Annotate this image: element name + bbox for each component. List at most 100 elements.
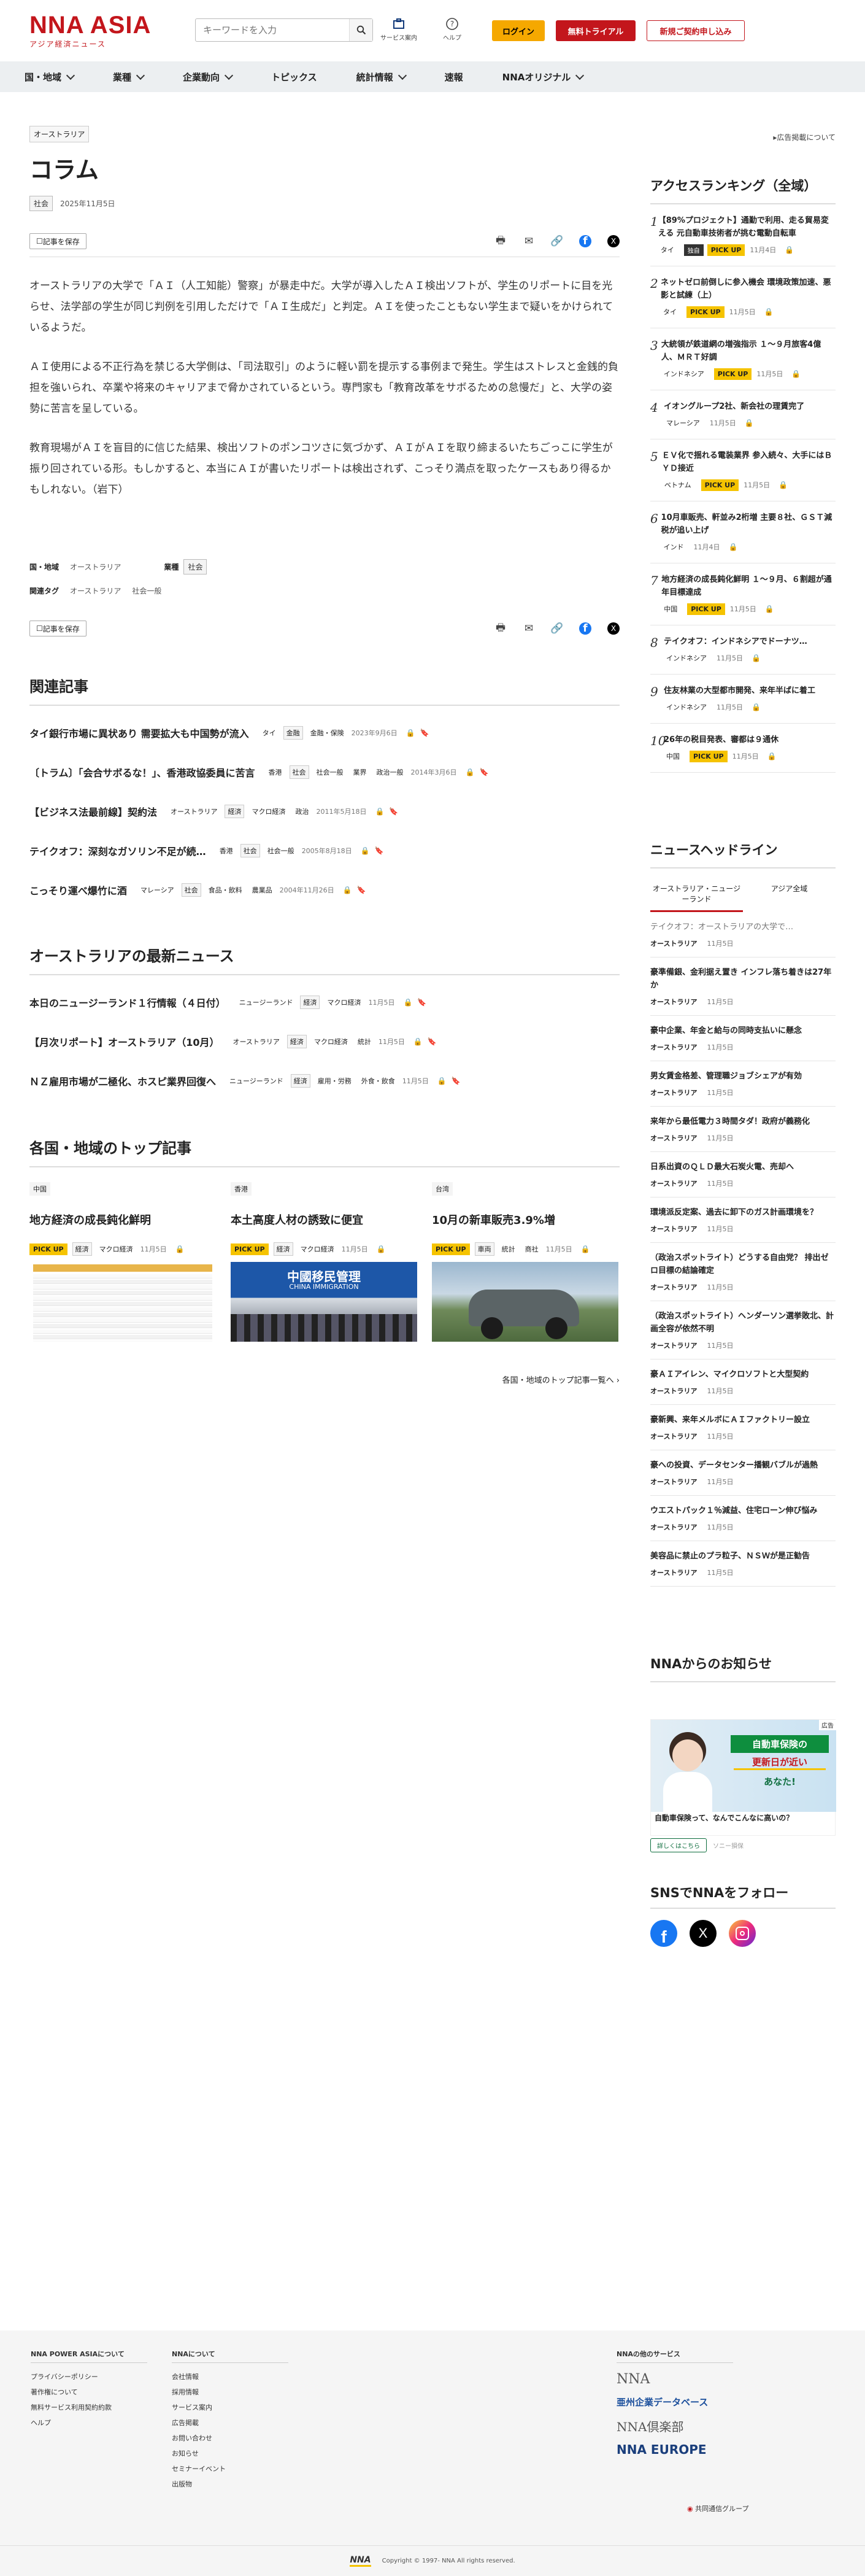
card-image[interactable]: 中國移民管理 CHINA IMMIGRATION	[231, 1262, 417, 1342]
tag-link[interactable]: 社会一般	[132, 586, 161, 596]
category-tag[interactable]: マクロ経済	[249, 805, 288, 818]
link-icon[interactable]: 🔗	[550, 622, 563, 635]
rank-title[interactable]: 地方経済の成長鈍化鮮明 １〜９月、６割超が通年目標達成	[661, 573, 836, 599]
category-tag[interactable]: 業界	[351, 766, 369, 778]
signup-button[interactable]: 新規ご契約申し込み	[647, 20, 745, 41]
ranking-item[interactable]: 3 大統領が鉄道網の増強指示 １〜９月旅客4億人、ＭＲＴ好調 インドネシア PICK …	[650, 328, 836, 390]
login-button[interactable]: ログイン	[492, 20, 545, 41]
headline-title[interactable]: 男女賃金格差、管理職ジョブシェアが有効	[650, 1070, 836, 1083]
bookmark-icon[interactable]: 🔖	[428, 1037, 437, 1046]
category-tag[interactable]: 社会	[181, 883, 201, 897]
latest-title[interactable]: 【月次リポート】オーストラリア（10月）	[29, 1034, 219, 1049]
category-tag[interactable]: 雇用・労務	[315, 1075, 354, 1087]
headline-title[interactable]: 豪ＡＩアイレン、マイクロソフトと大型契約	[650, 1368, 836, 1381]
latest-title[interactable]: 本日のニュージーランド１行情報（４日付）	[29, 995, 226, 1010]
headline-item[interactable]: 豪への投資、データセンター播観バブルが過熱 オーストラリア 11月5日	[650, 1450, 836, 1496]
ranking-item[interactable]: 7 地方経済の成長鈍化鮮明 １〜９月、６割超が通年目標達成 中国 PICK UP 11月…	[650, 563, 836, 625]
rank-title[interactable]: 10月車販売、軒並み2桁増 主要８社、ＧＳＴ減税が追い上げ	[661, 511, 836, 537]
nav-item[interactable]: 国・地域	[25, 71, 91, 83]
search-input[interactable]	[196, 19, 349, 41]
category-tag[interactable]: 社会	[289, 765, 309, 779]
headline-title[interactable]: （政治スポットライト）ヘンダーソン選挙敗北、計画全容が依然不明	[650, 1310, 836, 1336]
save-article-button[interactable]: ☐ 記事を保存	[29, 621, 87, 636]
ranking-item[interactable]: 8 テイクオフ：インドネシアでドーナツ… インドネシア 11月5日 🔒	[650, 625, 836, 675]
category-tag[interactable]: 経済	[273, 1242, 293, 1256]
country-tag[interactable]: 香港	[266, 766, 285, 778]
country-tag[interactable]: オーストラリア	[650, 1386, 697, 1396]
list-item[interactable]: ＮＺ雇用市場が二極化、ホスピ業界回復へ ニュージーランド 経済 雇用・労務 外食・飲食 1…	[29, 1058, 620, 1097]
bookmark-icon[interactable]: 🔖	[375, 846, 384, 855]
headline-item[interactable]: 美容品に禁止のプラ粒子、ＮＳＷが是正勧告 オーストラリア 11月5日	[650, 1541, 836, 1587]
country-tag[interactable]: 香港	[217, 845, 236, 857]
site-logo[interactable]: NNA ASIA アジア経済ニュース	[29, 13, 151, 49]
instagram-icon[interactable]	[729, 1920, 756, 1947]
mail-icon[interactable]: ✉	[523, 622, 535, 635]
nav-item[interactable]: 速報	[445, 71, 480, 83]
country-tag[interactable]: タイ	[260, 727, 279, 739]
headline-item[interactable]: （政治スポットライト）どうする自由党？ 排出ゼロ目標の結論確定 オーストラリア 11…	[650, 1243, 836, 1301]
category-tag[interactable]: 経済	[290, 1074, 310, 1088]
category-badge[interactable]: 社会	[29, 196, 53, 211]
ad-cta-button[interactable]: 詳しくはこちら	[650, 1838, 707, 1852]
headline-item[interactable]: テイクオフ：オーストラリアの大学で… オーストラリア 11月5日	[650, 912, 836, 957]
country-value[interactable]: オーストラリア	[70, 562, 121, 572]
related-title[interactable]: 【ビジネス法最前線】契約法	[29, 804, 157, 819]
related-title[interactable]: 〔トラム〕「会合サボるな！」、香港政協委員に苦言	[29, 765, 255, 779]
headline-title[interactable]: 豪新興、来年メルボにＡＩファクトリー設立	[650, 1414, 836, 1426]
category-tag[interactable]: 経済	[225, 805, 245, 818]
country-tag[interactable]: オーストラリア	[650, 1133, 697, 1143]
country-tag[interactable]: マレーシア	[138, 884, 177, 896]
headline-title[interactable]: 来年から最低電力３時間タダ！政府が義務化	[650, 1115, 836, 1128]
card-image[interactable]	[432, 1262, 618, 1342]
region-tag[interactable]: 香港	[231, 1182, 252, 1196]
category-tag[interactable]: 農業品	[250, 884, 275, 896]
ad-banner[interactable]: 広告 自動車保険の 更新日が近い あなた! 自動車保険って、なんでこんなに高いの…	[650, 1719, 836, 1836]
facebook-icon[interactable]: f	[650, 1920, 677, 1947]
top-more-link[interactable]: 各国・地域のトップ記事一覧へ ›	[29, 1374, 620, 1385]
country-tag[interactable]: オーストラリア	[650, 1282, 697, 1292]
footer-logo[interactable]: NNA	[350, 2555, 371, 2567]
ranking-item[interactable]: 4 イオングループ2社、新会社の理賃完了 マレーシア 11月5日 🔒	[650, 390, 836, 439]
category-tag[interactable]: 政治一般	[374, 766, 406, 778]
service-guide-link[interactable]: サービス案内	[374, 17, 423, 42]
list-item[interactable]: 【月次リポート】オーストラリア（10月） オーストラリア 経済 マクロ経済 統計 11月5…	[29, 1018, 620, 1058]
nav-item[interactable]: 業種	[113, 71, 161, 83]
related-title[interactable]: テイクオフ：深刻なガソリン不足が続…	[29, 843, 206, 858]
top-card[interactable]: 中国 地方経済の成長鈍化鮮明 PICK UP 経済 マクロ経済 11月5日 🔒	[29, 1182, 216, 1342]
country-tag[interactable]: オーストラリア	[650, 1431, 697, 1441]
service-nna-logo[interactable]: NNA	[617, 2372, 733, 2387]
ranking-item[interactable]: 10 26年の税目発表、審都は９通休 中国 PICK UP 11月5日 🔒	[650, 724, 836, 773]
country-tag[interactable]: オーストラリア	[230, 1035, 282, 1048]
list-item[interactable]: 本日のニュージーランド１行情報（４日付） ニュージーランド 経済 マクロ経済 11月5日…	[29, 979, 620, 1018]
footer-link[interactable]: サービス案内	[172, 2402, 288, 2412]
bookmark-icon[interactable]: 🔖	[452, 1077, 461, 1085]
top-card[interactable]: 台湾 10月の新車販売3.9%増 PICK UP 車両 統計 商社 11月5日 🔒	[432, 1182, 618, 1342]
country-tag[interactable]: オーストラリア	[650, 1477, 697, 1487]
headline-item[interactable]: ウエストパック１％減益、住宅ローン伸び悩み オーストラリア 11月5日	[650, 1496, 836, 1541]
ranking-item[interactable]: 5 ＥＶ化で揺れる電装業界 参入続々、大手にはＢＹＤ接近 ベトナム PICK UP 11…	[650, 439, 836, 501]
rank-title[interactable]: 26年の税目発表、審都は９通休	[664, 733, 782, 746]
country-tag[interactable]: オーストラリア	[650, 938, 697, 948]
footer-link[interactable]: 無料サービス利用契約約款	[31, 2402, 147, 2412]
rank-title[interactable]: イオングループ2社、新会社の理賃完了	[664, 400, 804, 413]
card-title[interactable]: 本土高度人材の誘致に便宜	[231, 1212, 417, 1228]
search-button[interactable]	[349, 19, 372, 41]
ad-info-link[interactable]: ▸広告掲載について	[650, 132, 836, 142]
list-item[interactable]: テイクオフ：深刻なガソリン不足が続… 香港 社会 社会一般 2005年8月18日 🔒 🔖	[29, 827, 620, 867]
rank-title[interactable]: ＥＶ化で揺れる電装業界 参入続々、大手にはＢＹＤ接近	[662, 449, 836, 475]
footer-link[interactable]: 採用情報	[172, 2387, 288, 2397]
service-db-logo[interactable]: 亜州企業データベース	[617, 2396, 733, 2408]
bookmark-icon[interactable]: 🔖	[417, 998, 426, 1007]
related-title[interactable]: タイ銀行市場に異状あり 需要拡大も中国勢が流入	[29, 725, 249, 740]
headline-title[interactable]: 環境派反定案、過去に卸下のガス計画環境を？	[650, 1206, 836, 1219]
category-tag[interactable]: 統計	[355, 1035, 374, 1048]
facebook-icon[interactable]: f	[579, 622, 591, 635]
tag-link[interactable]: オーストラリア	[70, 586, 121, 596]
category-tag[interactable]: 経済	[300, 996, 320, 1009]
category-tag[interactable]: 金融	[283, 726, 303, 740]
country-tag[interactable]: オーストラリア	[650, 1088, 697, 1097]
headline-item[interactable]: 男女賃金格差、管理職ジョブシェアが有効 オーストラリア 11月5日	[650, 1061, 836, 1107]
bookmark-icon[interactable]: 🔖	[479, 768, 488, 776]
facebook-icon[interactable]: f	[579, 235, 591, 247]
tab-australia-nz[interactable]: オーストラリア・ニュージーランド	[650, 880, 743, 912]
